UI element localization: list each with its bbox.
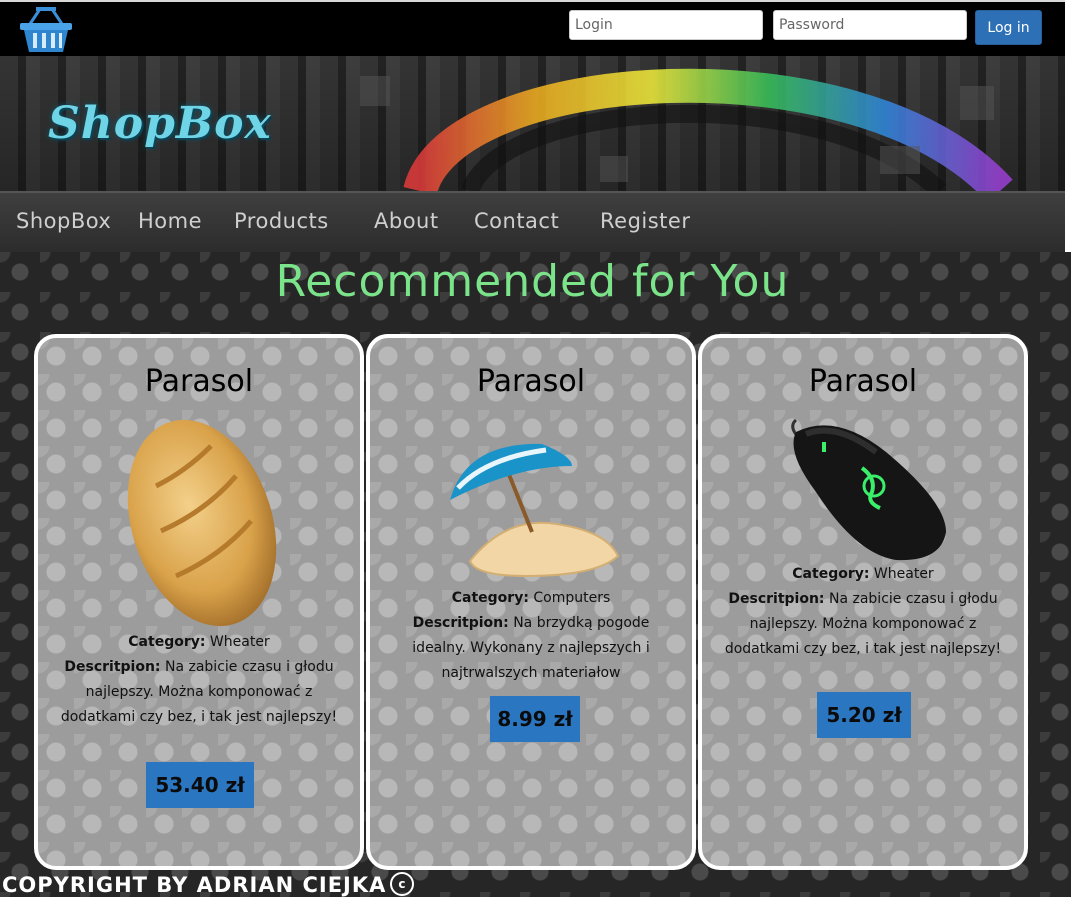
nav-item-shopbox[interactable]: ShopBox bbox=[16, 209, 111, 233]
category-value: Wheater bbox=[209, 634, 270, 650]
price-tag: 5.20 zł bbox=[817, 692, 911, 738]
product-meta: Category: Wheater Descritpion: Na zabici… bbox=[52, 630, 346, 730]
footer-text: COPYRIGHT BY ADRIAN CIEJKA bbox=[2, 873, 387, 897]
description-row: Descritpion: Na zabicie czasu i głodu na… bbox=[716, 587, 1010, 662]
login-input[interactable] bbox=[569, 10, 763, 40]
top-bar: Log in bbox=[0, 0, 1065, 56]
login-button[interactable]: Log in bbox=[975, 10, 1042, 45]
nav-item-home[interactable]: Home bbox=[138, 209, 202, 233]
category-row: Category: Computers bbox=[384, 586, 678, 611]
nav-item-register[interactable]: Register bbox=[600, 209, 690, 233]
product-meta: Category: Computers Descritpion: Na brzy… bbox=[384, 586, 678, 686]
category-label: Category: bbox=[451, 590, 529, 606]
product-card[interactable]: Parasol Category: Wheater Descritpion: N… bbox=[34, 334, 364, 870]
description-label: Descritpion: bbox=[64, 659, 161, 675]
description-label: Descritpion: bbox=[728, 591, 825, 607]
price-tag: 53.40 zł bbox=[146, 762, 254, 808]
main-nav: ShopBox Home Products About Contact Regi… bbox=[0, 191, 1065, 252]
bread-loaf-image[interactable] bbox=[116, 416, 288, 630]
nav-item-contact[interactable]: Contact bbox=[474, 209, 559, 233]
footer-copyright: COPYRIGHT BY ADRIAN CIEJKA c bbox=[2, 872, 415, 897]
nav-item-about[interactable]: About bbox=[374, 209, 439, 233]
category-value: Computers bbox=[533, 590, 611, 606]
category-label: Category: bbox=[128, 634, 206, 650]
nav-item-products[interactable]: Products bbox=[234, 209, 329, 233]
category-row: Category: Wheater bbox=[716, 562, 1010, 587]
category-label: Category: bbox=[792, 566, 870, 582]
section-title: Recommended for You bbox=[275, 256, 790, 307]
description-row: Descritpion: Na brzydką pogode idealny. … bbox=[384, 611, 678, 686]
description-row: Descritpion: Na zabicie czasu i głodu na… bbox=[52, 655, 346, 730]
category-value: Wheater bbox=[873, 566, 934, 582]
gaming-mouse-image[interactable] bbox=[776, 412, 956, 562]
copyright-icon: c bbox=[390, 872, 415, 896]
category-row: Category: Wheater bbox=[52, 630, 346, 655]
price-tag: 8.99 zł bbox=[490, 696, 580, 742]
banner: ShopBox bbox=[0, 56, 1065, 191]
shopping-basket-icon[interactable] bbox=[18, 6, 74, 54]
product-card[interactable]: Parasol Category: Computers Descritpion:… bbox=[366, 334, 696, 870]
product-name: Parasol bbox=[808, 364, 918, 399]
beach-umbrella-image[interactable] bbox=[446, 436, 624, 582]
product-card[interactable]: Parasol Category: Wheater Descritpion: N… bbox=[698, 334, 1028, 870]
shopbox-logo[interactable]: ShopBox bbox=[48, 98, 272, 149]
product-meta: Category: Wheater Descritpion: Na zabici… bbox=[716, 562, 1010, 662]
page-edge bbox=[1065, 0, 1071, 252]
product-name: Parasol bbox=[476, 364, 586, 399]
password-input[interactable] bbox=[773, 10, 967, 40]
description-label: Descritpion: bbox=[412, 615, 509, 631]
product-name: Parasol bbox=[144, 364, 254, 399]
